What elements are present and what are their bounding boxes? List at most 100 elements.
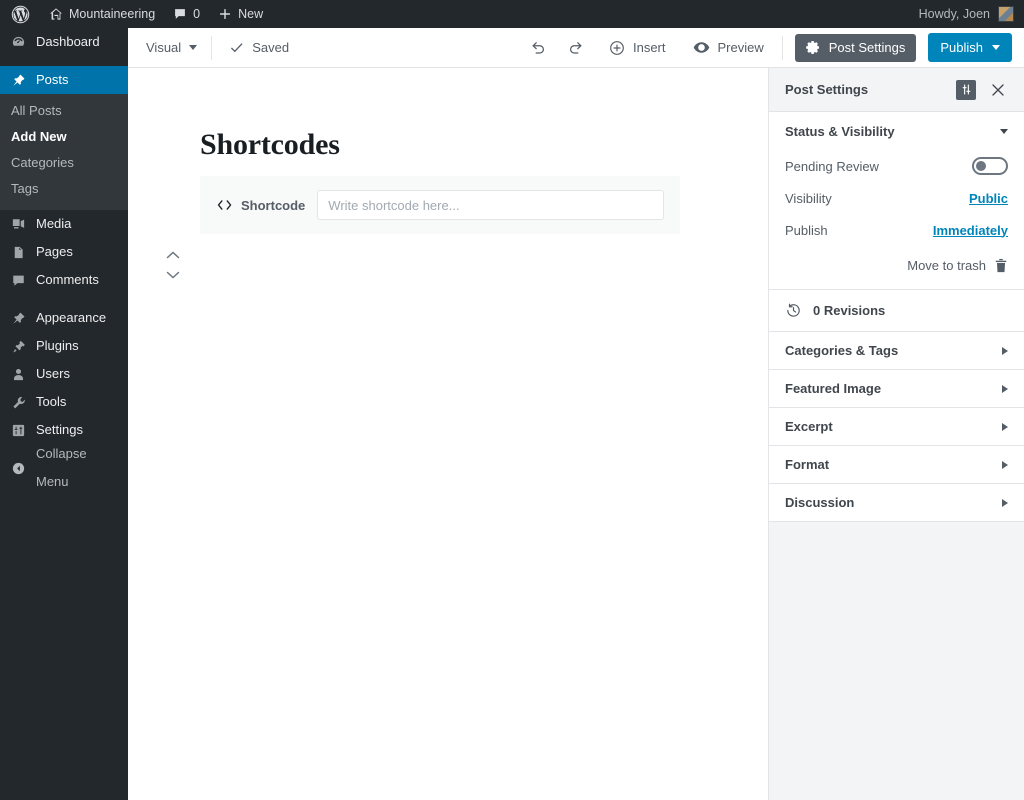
site-name-label: Mountaineering	[69, 7, 156, 21]
shortcode-label-text: Shortcode	[241, 197, 306, 213]
new-content-button[interactable]: New	[209, 0, 272, 28]
publish-button[interactable]: Publish	[928, 33, 1012, 62]
sidebar-item-comments[interactable]: Comments	[0, 266, 128, 294]
submenu-item-add-new[interactable]: Add New	[0, 124, 128, 150]
sidebar-header: Post Settings	[769, 68, 1024, 112]
admin-bar: Mountaineering 0 New Howdy, Joen	[0, 0, 1024, 28]
editor-mode-switcher[interactable]: Visual	[128, 28, 207, 67]
wordpress-logo-button[interactable]	[0, 0, 40, 28]
eye-icon	[692, 38, 711, 57]
sidebar-item-label: Media	[36, 216, 72, 231]
featured-image-panel[interactable]: Featured Image	[769, 370, 1024, 408]
submenu-item-all-posts[interactable]: All Posts	[0, 98, 128, 124]
status-visibility-header[interactable]: Status & Visibility	[769, 112, 1024, 150]
comment-bubble-icon	[9, 273, 27, 288]
gear-icon	[805, 40, 821, 55]
move-to-trash-label: Move to trash	[907, 258, 986, 273]
shortcode-block[interactable]: Shortcode	[200, 176, 680, 234]
insert-block-button[interactable]: Insert	[596, 28, 678, 67]
new-content-label: New	[238, 7, 264, 21]
sidebar-item-users[interactable]: Users	[0, 360, 128, 388]
revisions-clock-icon	[785, 302, 802, 319]
toggle-knob	[976, 161, 986, 171]
move-block-down-button[interactable]	[162, 267, 184, 281]
sidebar-item-label: Dashboard	[36, 34, 100, 49]
revisions-label: 0 Revisions	[813, 303, 886, 318]
sidebar-item-tools[interactable]: Tools	[0, 388, 128, 416]
excerpt-label: Excerpt	[785, 419, 833, 434]
discussion-label: Discussion	[785, 495, 855, 510]
wordpress-logo-icon	[11, 5, 30, 24]
featured-image-label: Featured Image	[785, 381, 882, 396]
toolbar-divider	[781, 35, 783, 60]
sidebar-empty-area	[769, 522, 1024, 800]
format-label: Format	[785, 457, 830, 472]
close-icon	[991, 83, 1005, 97]
page-title[interactable]: Shortcodes	[200, 128, 340, 162]
editor-toolbar: Visual Saved Insert Preview Post Setting…	[128, 28, 1024, 68]
sidebar-settings-tab-button[interactable]	[950, 74, 982, 106]
plus-circle-icon	[608, 39, 626, 57]
post-settings-button[interactable]: Post Settings	[794, 33, 917, 62]
wordpress-editor-screen: Mountaineering 0 New Howdy, Joen Dashboa…	[0, 0, 1024, 800]
format-panel[interactable]: Format	[769, 446, 1024, 484]
sidebar-item-appearance[interactable]: Appearance	[0, 304, 128, 332]
comments-bubble-button[interactable]: 0	[164, 0, 209, 28]
submenu-item-tags[interactable]: Tags	[0, 176, 128, 202]
menu-separator	[0, 294, 128, 304]
close-sidebar-button[interactable]	[982, 74, 1014, 106]
submenu-item-categories[interactable]: Categories	[0, 150, 128, 176]
chevron-up-icon	[165, 250, 181, 261]
user-icon	[9, 367, 27, 382]
submenu-item-label: Add New	[11, 129, 67, 144]
sidebar-item-label: Pages	[36, 244, 73, 259]
visibility-value-link[interactable]: Public	[969, 191, 1008, 206]
status-visibility-body: Pending Review Visibility Public Publish…	[769, 150, 1024, 289]
collapse-menu-button[interactable]: Collapse Menu	[0, 446, 128, 489]
caret-down-icon	[992, 45, 1000, 50]
plug-icon	[9, 339, 27, 354]
sidebar-item-label: Tools	[36, 394, 67, 409]
preview-button[interactable]: Preview	[680, 28, 776, 67]
excerpt-panel[interactable]: Excerpt	[769, 408, 1024, 446]
discussion-panel[interactable]: Discussion	[769, 484, 1024, 522]
categories-tags-panel[interactable]: Categories & Tags	[769, 332, 1024, 370]
sidebar-item-dashboard[interactable]: Dashboard	[0, 28, 128, 56]
save-status-label: Saved	[252, 40, 290, 55]
post-settings-sidebar: Post Settings Status & Visibility Pendin…	[768, 68, 1024, 800]
move-to-trash-button[interactable]: Move to trash	[785, 258, 1008, 273]
sidebar-item-label: Posts	[36, 72, 69, 87]
paintbrush-icon	[9, 311, 27, 326]
publish-date-row: Publish Immediately	[785, 214, 1008, 246]
editor-toolbar-left: Visual Saved	[128, 28, 301, 67]
status-visibility-title: Status & Visibility	[785, 123, 895, 139]
redo-icon	[567, 39, 585, 57]
comments-count: 0	[193, 7, 201, 21]
menu-separator	[0, 56, 128, 66]
sidebar-item-posts[interactable]: Posts	[0, 66, 128, 94]
submenu-item-label: All Posts	[11, 103, 62, 118]
avatar	[998, 6, 1014, 22]
shortcode-brackets-icon	[216, 198, 234, 212]
sidebar-item-pages[interactable]: Pages	[0, 238, 128, 266]
move-block-up-button[interactable]	[162, 248, 184, 262]
editor-toolbar-right: Insert Preview Post Settings Publish	[520, 28, 1024, 67]
pin-icon	[9, 73, 27, 88]
arrow-right-icon	[1002, 346, 1008, 355]
sidebar-item-label: Plugins	[36, 338, 79, 353]
submenu-item-label: Tags	[11, 181, 39, 196]
checkmark-icon	[228, 39, 245, 56]
redo-button[interactable]	[558, 30, 594, 66]
publish-date-value-link[interactable]: Immediately	[933, 223, 1008, 238]
sidebar-item-label: Users	[36, 366, 70, 381]
wrench-icon	[9, 395, 27, 410]
sidebar-item-media[interactable]: Media	[0, 210, 128, 238]
undo-button[interactable]	[520, 30, 556, 66]
sidebar-item-plugins[interactable]: Plugins	[0, 332, 128, 360]
site-name-button[interactable]: Mountaineering	[40, 0, 164, 28]
pending-review-toggle[interactable]	[972, 157, 1008, 175]
shortcode-input[interactable]	[317, 190, 664, 220]
revisions-button[interactable]: 0 Revisions	[769, 290, 1024, 332]
account-menu[interactable]: Howdy, Joen	[919, 6, 1024, 22]
arrow-right-icon	[1002, 422, 1008, 431]
